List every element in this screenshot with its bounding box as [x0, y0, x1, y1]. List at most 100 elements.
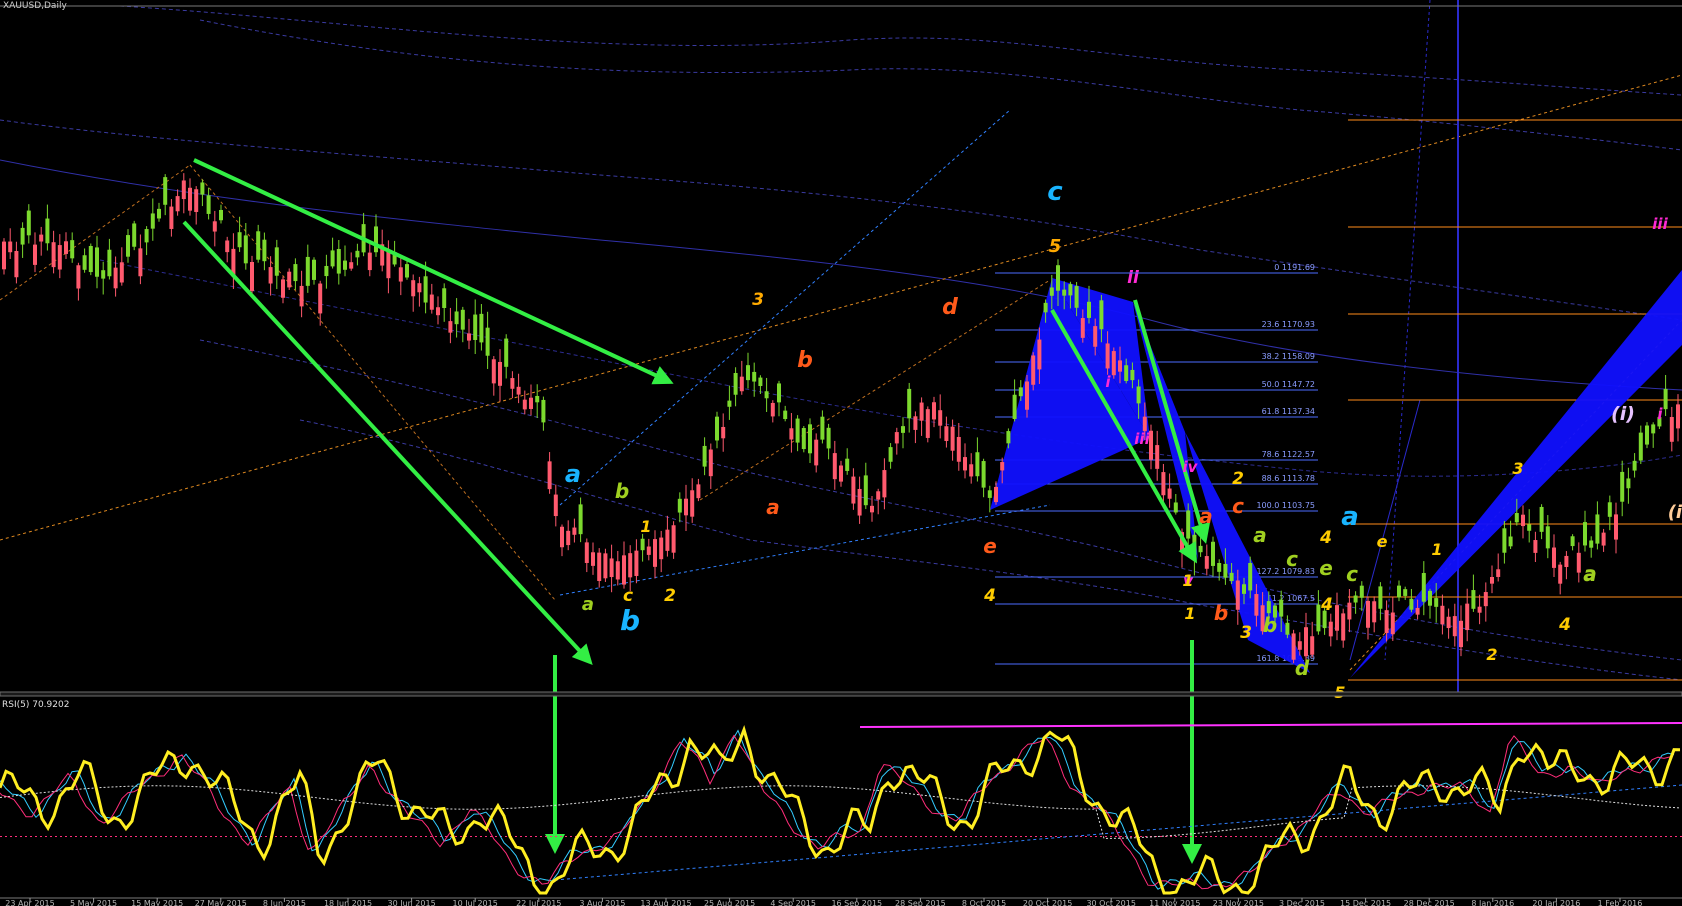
candle-body [1632, 460, 1637, 471]
price-chart[interactable]: 0 1191.69 23.6 1170.93 38.2 1158.09 50.0 11… [0, 0, 1682, 906]
wave-label: d [1295, 656, 1310, 680]
candle-body [1527, 524, 1532, 531]
wave-label: 4 [983, 586, 996, 606]
candle-body [572, 527, 577, 535]
candle-body [1589, 540, 1594, 548]
time-tick-label: 8 Jan 2016 [1471, 899, 1514, 906]
candle-body [281, 279, 285, 298]
candle-body [460, 309, 465, 330]
candle-body [1304, 627, 1308, 657]
wave-label: 4 [1320, 595, 1333, 615]
candle-body [1223, 563, 1228, 578]
candle-body [1353, 595, 1358, 603]
candle-body [653, 539, 657, 567]
wave-label: b [615, 479, 629, 503]
rsi-line [0, 724, 1681, 895]
wave-label: e [1319, 556, 1333, 580]
candle-body [1583, 522, 1587, 546]
candle-body [1409, 598, 1414, 610]
wave-label: d [942, 295, 958, 320]
wave-label: c [1286, 547, 1298, 571]
candle-body [907, 388, 912, 419]
candle-body [305, 256, 310, 286]
candle-body [1477, 606, 1482, 613]
candle-body [243, 235, 248, 264]
candle-body [256, 231, 261, 260]
candle-body [1279, 599, 1284, 617]
panel-separator[interactable] [0, 691, 1682, 697]
fib-level-label: 88.6 1113.78 [1262, 474, 1315, 483]
candle-body [1421, 573, 1426, 602]
candle-body [963, 457, 967, 471]
candle-body [39, 234, 44, 242]
candle-body [1254, 594, 1259, 616]
candle-body [845, 458, 850, 471]
time-tick-label: 15 May 2015 [131, 899, 183, 906]
candle-body [566, 530, 571, 546]
candle-body [1434, 598, 1439, 607]
candle-body [250, 262, 254, 292]
time-tick-label: 22 Jul 2015 [516, 899, 561, 906]
candle-body [677, 498, 682, 513]
candle-body [882, 470, 887, 498]
time-tick-label: 8 Jun 2015 [263, 899, 306, 906]
time-tick-label: 20 Jan 2016 [1532, 899, 1580, 906]
candle-body [8, 241, 13, 253]
time-tick-label: 23 Apr 2015 [5, 899, 54, 906]
time-tick-label: 3 Aug 2015 [579, 899, 625, 906]
green-arrow [182, 220, 593, 665]
candle-body [516, 386, 521, 395]
candle-body [795, 418, 800, 443]
candle-body [1000, 462, 1005, 471]
candle-body [355, 250, 360, 258]
candle-body [1545, 526, 1550, 549]
candle-body [1415, 607, 1420, 615]
candle-body [696, 484, 701, 499]
candle-body [876, 491, 881, 500]
candle-body [1142, 416, 1147, 432]
candle-body [1074, 286, 1079, 308]
candle-body [808, 424, 812, 454]
candle-body [1669, 417, 1674, 442]
fib-level-label: 100.0 1103.75 [1256, 501, 1315, 510]
wave-label: 3 [1512, 459, 1523, 478]
candle-body [1285, 622, 1290, 635]
rsi-signal-line-b [0, 734, 1671, 890]
candle-body [113, 267, 118, 289]
candle-body [1378, 586, 1383, 609]
candle-body [411, 280, 416, 297]
candle-body [1093, 326, 1098, 347]
candle-body [405, 264, 409, 278]
candle-body [1155, 445, 1160, 469]
candle-body [1465, 603, 1470, 631]
candle-body [1248, 562, 1253, 591]
candle-body [1521, 514, 1525, 527]
wave-label: 2 [1486, 645, 1497, 664]
candle-body [1204, 556, 1209, 569]
candle-body [665, 529, 670, 551]
wave-label: a [1341, 502, 1359, 532]
candle-body [597, 552, 602, 581]
candle-body [684, 498, 688, 516]
candle-body [640, 538, 645, 551]
wave-label: (i) [1611, 403, 1635, 425]
candle-body [529, 397, 533, 409]
candle-body [1347, 602, 1352, 620]
time-tick-label: 28 Dec 2015 [1404, 899, 1455, 906]
candle-body [770, 402, 775, 417]
candle-body [1483, 592, 1488, 607]
time-tick-label: 4 Sep 2015 [770, 899, 816, 906]
candle-body [88, 245, 93, 273]
candle-body [1471, 590, 1476, 609]
candle-body [839, 465, 843, 482]
candle-body [126, 235, 130, 257]
time-tick-label: 30 Oct 2015 [1086, 899, 1135, 906]
candle-body [535, 395, 540, 403]
candle-body [944, 426, 949, 442]
candle-body [981, 461, 986, 488]
candle-body [1316, 604, 1321, 632]
wave-label: a [582, 594, 594, 615]
candle-body [150, 213, 155, 229]
candle-body [138, 248, 143, 277]
wave-label: 3 [1240, 623, 1252, 643]
